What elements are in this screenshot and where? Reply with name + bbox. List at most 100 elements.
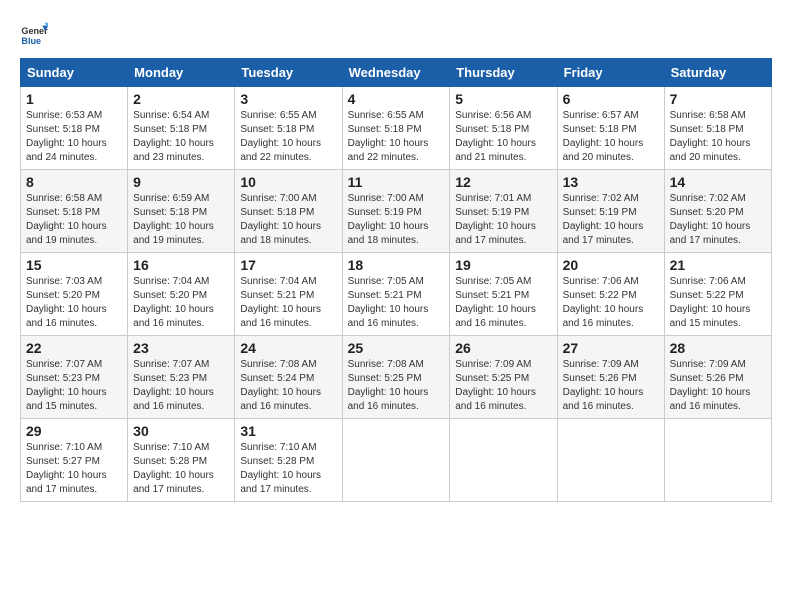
day-number: 19 [455,257,551,273]
calendar-cell: 28 Sunrise: 7:09 AM Sunset: 5:26 PM Dayl… [664,336,771,419]
day-info: Sunrise: 6:59 AM Sunset: 5:18 PM Dayligh… [133,192,229,248]
calendar-cell: 25 Sunrise: 7:08 AM Sunset: 5:25 PM Dayl… [342,336,450,419]
calendar-cell: 2 Sunrise: 6:54 AM Sunset: 5:18 PM Dayli… [128,87,235,170]
day-number: 3 [240,91,336,107]
day-info: Sunrise: 6:53 AM Sunset: 5:18 PM Dayligh… [26,109,122,165]
day-number: 6 [563,91,659,107]
column-header-saturday: Saturday [664,59,771,87]
calendar-week-row: 1 Sunrise: 6:53 AM Sunset: 5:18 PM Dayli… [21,87,772,170]
day-number: 23 [133,340,229,356]
day-number: 18 [348,257,445,273]
calendar-cell: 26 Sunrise: 7:09 AM Sunset: 5:25 PM Dayl… [450,336,557,419]
day-info: Sunrise: 6:56 AM Sunset: 5:18 PM Dayligh… [455,109,551,165]
column-header-monday: Monday [128,59,235,87]
calendar-cell: 15 Sunrise: 7:03 AM Sunset: 5:20 PM Dayl… [21,253,128,336]
day-number: 30 [133,423,229,439]
logo: General Blue [20,20,48,48]
calendar-week-row: 22 Sunrise: 7:07 AM Sunset: 5:23 PM Dayl… [21,336,772,419]
calendar-cell: 18 Sunrise: 7:05 AM Sunset: 5:21 PM Dayl… [342,253,450,336]
day-number: 25 [348,340,445,356]
calendar-cell: 10 Sunrise: 7:00 AM Sunset: 5:18 PM Dayl… [235,170,342,253]
day-info: Sunrise: 7:02 AM Sunset: 5:20 PM Dayligh… [670,192,766,248]
day-info: Sunrise: 6:54 AM Sunset: 5:18 PM Dayligh… [133,109,229,165]
calendar-cell: 24 Sunrise: 7:08 AM Sunset: 5:24 PM Dayl… [235,336,342,419]
day-number: 14 [670,174,766,190]
calendar-cell: 21 Sunrise: 7:06 AM Sunset: 5:22 PM Dayl… [664,253,771,336]
calendar-week-row: 15 Sunrise: 7:03 AM Sunset: 5:20 PM Dayl… [21,253,772,336]
column-header-thursday: Thursday [450,59,557,87]
day-number: 29 [26,423,122,439]
calendar-cell: 4 Sunrise: 6:55 AM Sunset: 5:18 PM Dayli… [342,87,450,170]
calendar-cell: 6 Sunrise: 6:57 AM Sunset: 5:18 PM Dayli… [557,87,664,170]
day-info: Sunrise: 7:07 AM Sunset: 5:23 PM Dayligh… [26,358,122,414]
day-number: 27 [563,340,659,356]
day-info: Sunrise: 7:05 AM Sunset: 5:21 PM Dayligh… [348,275,445,331]
day-number: 13 [563,174,659,190]
calendar-cell: 31 Sunrise: 7:10 AM Sunset: 5:28 PM Dayl… [235,419,342,502]
day-info: Sunrise: 7:05 AM Sunset: 5:21 PM Dayligh… [455,275,551,331]
day-number: 4 [348,91,445,107]
calendar-cell: 14 Sunrise: 7:02 AM Sunset: 5:20 PM Dayl… [664,170,771,253]
calendar-cell: 23 Sunrise: 7:07 AM Sunset: 5:23 PM Dayl… [128,336,235,419]
calendar-cell [450,419,557,502]
day-info: Sunrise: 7:03 AM Sunset: 5:20 PM Dayligh… [26,275,122,331]
day-info: Sunrise: 7:07 AM Sunset: 5:23 PM Dayligh… [133,358,229,414]
day-number: 16 [133,257,229,273]
calendar-cell: 11 Sunrise: 7:00 AM Sunset: 5:19 PM Dayl… [342,170,450,253]
column-header-wednesday: Wednesday [342,59,450,87]
calendar-cell: 30 Sunrise: 7:10 AM Sunset: 5:28 PM Dayl… [128,419,235,502]
day-number: 1 [26,91,122,107]
day-info: Sunrise: 7:00 AM Sunset: 5:19 PM Dayligh… [348,192,445,248]
calendar-cell: 8 Sunrise: 6:58 AM Sunset: 5:18 PM Dayli… [21,170,128,253]
calendar-cell: 17 Sunrise: 7:04 AM Sunset: 5:21 PM Dayl… [235,253,342,336]
day-info: Sunrise: 7:04 AM Sunset: 5:20 PM Dayligh… [133,275,229,331]
calendar-cell: 20 Sunrise: 7:06 AM Sunset: 5:22 PM Dayl… [557,253,664,336]
calendar-cell: 29 Sunrise: 7:10 AM Sunset: 5:27 PM Dayl… [21,419,128,502]
calendar-cell: 16 Sunrise: 7:04 AM Sunset: 5:20 PM Dayl… [128,253,235,336]
day-number: 7 [670,91,766,107]
day-info: Sunrise: 7:09 AM Sunset: 5:26 PM Dayligh… [563,358,659,414]
column-header-tuesday: Tuesday [235,59,342,87]
day-info: Sunrise: 7:08 AM Sunset: 5:25 PM Dayligh… [348,358,445,414]
day-number: 28 [670,340,766,356]
day-info: Sunrise: 7:01 AM Sunset: 5:19 PM Dayligh… [455,192,551,248]
day-number: 2 [133,91,229,107]
day-number: 11 [348,174,445,190]
calendar-cell: 1 Sunrise: 6:53 AM Sunset: 5:18 PM Dayli… [21,87,128,170]
day-info: Sunrise: 7:10 AM Sunset: 5:28 PM Dayligh… [240,441,336,497]
day-info: Sunrise: 6:55 AM Sunset: 5:18 PM Dayligh… [240,109,336,165]
calendar-week-row: 8 Sunrise: 6:58 AM Sunset: 5:18 PM Dayli… [21,170,772,253]
day-info: Sunrise: 6:57 AM Sunset: 5:18 PM Dayligh… [563,109,659,165]
day-number: 24 [240,340,336,356]
day-number: 9 [133,174,229,190]
calendar-cell: 19 Sunrise: 7:05 AM Sunset: 5:21 PM Dayl… [450,253,557,336]
day-number: 12 [455,174,551,190]
day-number: 20 [563,257,659,273]
day-info: Sunrise: 7:08 AM Sunset: 5:24 PM Dayligh… [240,358,336,414]
calendar-cell [557,419,664,502]
column-header-friday: Friday [557,59,664,87]
day-number: 8 [26,174,122,190]
svg-text:Blue: Blue [21,36,41,46]
calendar-cell: 5 Sunrise: 6:56 AM Sunset: 5:18 PM Dayli… [450,87,557,170]
day-number: 10 [240,174,336,190]
day-number: 5 [455,91,551,107]
day-info: Sunrise: 7:04 AM Sunset: 5:21 PM Dayligh… [240,275,336,331]
day-info: Sunrise: 7:10 AM Sunset: 5:27 PM Dayligh… [26,441,122,497]
day-info: Sunrise: 6:58 AM Sunset: 5:18 PM Dayligh… [670,109,766,165]
calendar-header-row: SundayMondayTuesdayWednesdayThursdayFrid… [21,59,772,87]
calendar-cell: 13 Sunrise: 7:02 AM Sunset: 5:19 PM Dayl… [557,170,664,253]
day-info: Sunrise: 7:00 AM Sunset: 5:18 PM Dayligh… [240,192,336,248]
day-number: 21 [670,257,766,273]
day-info: Sunrise: 7:09 AM Sunset: 5:26 PM Dayligh… [670,358,766,414]
logo-icon: General Blue [20,20,48,48]
header: General Blue [20,20,772,48]
day-number: 22 [26,340,122,356]
day-info: Sunrise: 7:09 AM Sunset: 5:25 PM Dayligh… [455,358,551,414]
column-header-sunday: Sunday [21,59,128,87]
day-info: Sunrise: 7:02 AM Sunset: 5:19 PM Dayligh… [563,192,659,248]
calendar-cell: 9 Sunrise: 6:59 AM Sunset: 5:18 PM Dayli… [128,170,235,253]
day-info: Sunrise: 7:06 AM Sunset: 5:22 PM Dayligh… [670,275,766,331]
day-number: 26 [455,340,551,356]
calendar-cell [342,419,450,502]
